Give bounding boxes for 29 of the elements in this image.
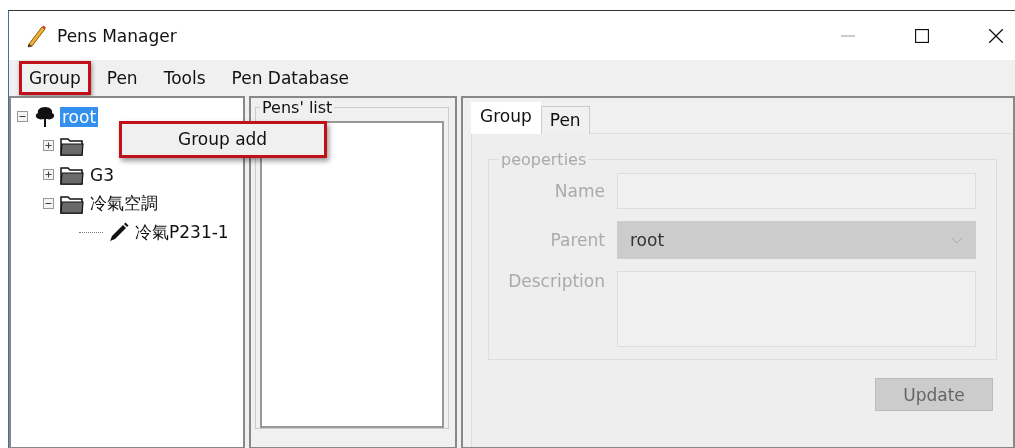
group-title: Pens' list <box>261 98 334 117</box>
field-label: Parent <box>550 230 605 250</box>
maximize-icon[interactable] <box>915 28 929 43</box>
field-label: Name <box>554 181 605 201</box>
group-title: peoperties <box>500 150 588 169</box>
field-label: Description <box>508 271 605 291</box>
collapse-icon[interactable] <box>43 198 54 209</box>
tree-item[interactable]: 冷氣P231-1 <box>133 221 231 244</box>
folder-icon <box>60 135 84 156</box>
menu-item[interactable]: Pen <box>96 61 148 95</box>
tree-item[interactable]: 冷氣空調 <box>88 192 160 215</box>
window-title: Pens Manager <box>57 25 177 46</box>
collapse-icon[interactable] <box>17 111 28 122</box>
tree-item[interactable]: G3 <box>88 164 116 185</box>
folder-icon <box>60 164 84 185</box>
menu-item[interactable]: Tools <box>153 61 216 95</box>
expand-icon[interactable] <box>43 169 54 180</box>
pen-icon <box>107 221 129 244</box>
tree-icon <box>34 105 56 128</box>
menu-item[interactable]: Group <box>19 61 91 95</box>
menu-item[interactable]: Group add <box>119 121 327 158</box>
folder-icon <box>60 193 84 214</box>
close-icon[interactable] <box>989 28 1003 43</box>
tab[interactable]: Group <box>471 102 541 134</box>
pencil-icon <box>25 23 47 48</box>
expand-icon[interactable] <box>43 140 54 151</box>
menu-item[interactable]: Pen Database <box>221 61 359 95</box>
chevron-down-icon <box>951 236 963 244</box>
tab[interactable]: Pen <box>540 106 590 134</box>
